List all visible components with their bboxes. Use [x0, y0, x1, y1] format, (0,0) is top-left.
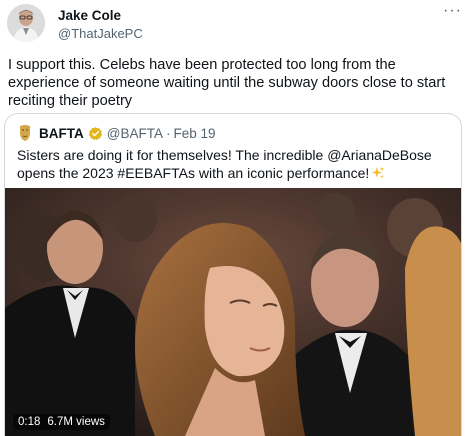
quoted-tweet-header: BAFTA @BAFTA · Feb 19	[17, 124, 216, 142]
avatar-photo-icon	[7, 4, 45, 42]
quoted-tweet-text: Sisters are doing it for themselves! The…	[17, 146, 451, 182]
author-handle[interactable]: @ThatJakePC	[58, 26, 143, 41]
quoted-tweet-date[interactable]: Feb 19	[173, 126, 215, 141]
tweet-text: I support this. Celebs have been protect…	[8, 57, 446, 109]
separator-dot: ·	[165, 125, 171, 141]
video-thumbnail	[5, 188, 461, 436]
video-player[interactable]: 0:18 6.7M views	[5, 188, 461, 436]
sparkles-emoji-icon	[371, 166, 385, 179]
author-avatar[interactable]	[7, 4, 45, 42]
video-meta-overlay: 0:18 6.7M views	[13, 414, 110, 430]
author-name[interactable]: Jake Cole	[58, 8, 121, 23]
video-views: 6.7M views	[47, 416, 105, 428]
verified-badge-icon	[88, 126, 102, 140]
more-horizontal-icon[interactable]: ···	[443, 2, 462, 20]
video-duration: 0:18	[18, 416, 41, 428]
bafta-mask-logo-icon	[20, 125, 30, 141]
quoted-author-handle[interactable]: @BAFTA	[107, 126, 163, 141]
quoted-tweet-text-body: Sisters are doing it for themselves! The…	[17, 147, 432, 181]
quoted-author-name[interactable]: BAFTA	[39, 126, 84, 141]
quoted-tweet[interactable]: BAFTA @BAFTA · Feb 19 Sisters are doing …	[4, 113, 462, 436]
